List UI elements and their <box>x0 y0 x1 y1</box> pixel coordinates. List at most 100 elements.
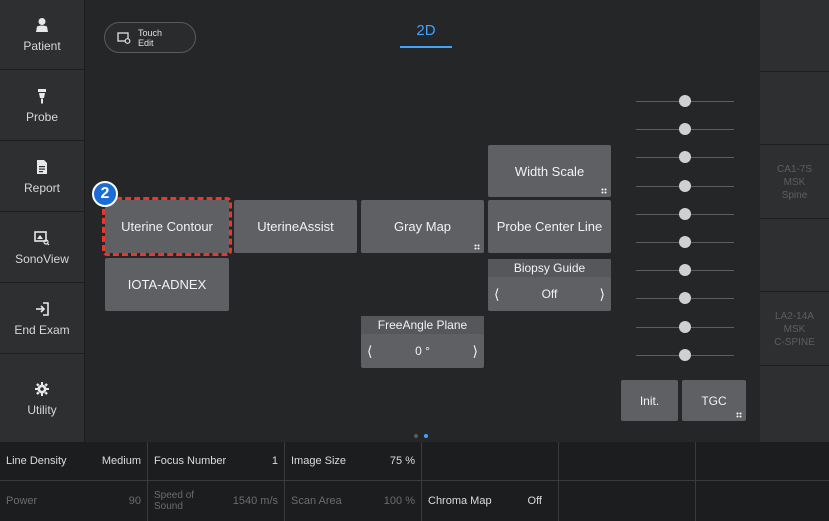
sidebar-item-end-exam[interactable]: End Exam <box>0 284 84 354</box>
uterine-assist-label: UterineAssist <box>257 219 334 234</box>
param-empty <box>559 442 696 481</box>
free-angle-plane-title: FreeAngle Plane <box>361 316 484 334</box>
param-scan-area[interactable]: Scan Area 100 % <box>285 481 422 521</box>
probe-slot[interactable] <box>760 73 829 145</box>
uterine-assist-button[interactable]: UterineAssist <box>234 200 357 253</box>
probe-name: CA1-7S <box>776 163 812 175</box>
touch-edit-icon <box>117 31 131 44</box>
probe-center-line-button[interactable]: Probe Center Line <box>488 200 611 253</box>
tab-2d[interactable]: 2D <box>400 22 452 48</box>
param-value: 1 <box>271 455 278 467</box>
sidebar-item-probe[interactable]: Probe <box>0 71 84 141</box>
param-value: 75 % <box>389 455 415 467</box>
chevron-left-icon[interactable]: ⟨ <box>367 343 372 360</box>
sidebar-item-label: Utility <box>27 402 57 417</box>
document-icon <box>37 159 47 174</box>
param-label: Focus Number <box>154 455 227 467</box>
tgc-slider-knob[interactable] <box>679 292 691 304</box>
param-label: Scan Area <box>291 495 342 507</box>
param-label-line2: Sound <box>154 501 183 512</box>
sidebar-item-label: Report <box>23 180 61 195</box>
param-value: Medium <box>101 455 141 467</box>
param-focus-number[interactable]: Focus Number 1 <box>148 442 285 481</box>
touch-edit-label-line1: Touch <box>138 27 163 38</box>
parameter-bar: Line Density Medium Focus Number 1 Image… <box>0 442 829 521</box>
tgc-slider-knob[interactable] <box>679 123 691 135</box>
tgc-slider-knob[interactable] <box>679 95 691 107</box>
param-power[interactable]: Power 90 <box>0 481 148 521</box>
probe-slot[interactable] <box>760 220 829 292</box>
page-indicator-dot[interactable] <box>414 434 418 438</box>
param-image-size[interactable]: Image Size 75 % <box>285 442 422 481</box>
iota-adnex-button[interactable]: IOTA-ADNEX <box>105 258 229 311</box>
param-speed-of-sound[interactable]: Speed of Sound 1540 m/s <box>148 481 285 521</box>
tgc-slider-knob[interactable] <box>679 349 691 361</box>
param-label: Image Size <box>291 455 347 467</box>
sidebar-item-report[interactable]: Report <box>0 142 84 212</box>
probe-slot[interactable] <box>760 367 829 442</box>
iota-adnex-label: IOTA-ADNEX <box>127 277 207 292</box>
chevron-right-icon[interactable]: ⟩ <box>600 286 605 303</box>
probe-preset: MSK <box>783 176 806 188</box>
sidebar-item-label: Patient <box>23 38 61 53</box>
param-label: Line Density <box>6 455 67 467</box>
tgc-slider-knob[interactable] <box>679 180 691 192</box>
tgc-slider-knob[interactable] <box>679 321 691 333</box>
tgc-slider-knob[interactable] <box>679 208 691 220</box>
image-search-icon <box>34 230 50 245</box>
touch-edit-label-line2: Edit <box>138 37 154 48</box>
sidebar-item-label: SonoView <box>15 251 69 266</box>
probe-slot-ca1-7s[interactable]: CA1-7S MSK Spine <box>760 146 829 219</box>
param-value: 90 <box>128 495 141 507</box>
sidebar-item-utility[interactable]: Utility <box>0 355 84 442</box>
probe-slot-la2-14a[interactable]: LA2-14A MSK C-SPINE <box>760 293 829 366</box>
param-label: Power <box>6 495 38 507</box>
uterine-contour-label: Uterine Contour <box>121 219 213 234</box>
probe-column: CA1-7S MSK Spine LA2-14A MSK C-SPINE <box>760 0 829 442</box>
tgc-slider-knob[interactable] <box>679 151 691 163</box>
sidebar-item-label: End Exam <box>14 322 70 337</box>
free-angle-plane-spinner: FreeAngle Plane ⟨ 0 ° ⟩ <box>361 316 484 368</box>
gray-map-button[interactable]: Gray Map <box>361 200 484 253</box>
chevron-left-icon[interactable]: ⟨ <box>494 286 499 303</box>
param-value: 1540 m/s <box>232 495 278 507</box>
param-empty <box>422 442 559 481</box>
tgc-button[interactable]: TGC <box>682 380 746 421</box>
param-label-line1: Speed of <box>154 490 195 501</box>
probe-preset: MSK <box>783 323 806 335</box>
touch-edit-button[interactable]: Touch Edit <box>104 22 196 53</box>
left-sidebar: Patient Probe Report SonoView End Exam U… <box>0 0 84 442</box>
param-empty <box>559 481 696 521</box>
uterine-contour-button[interactable]: Uterine Contour <box>102 197 232 256</box>
probe-name: LA2-14A <box>775 310 814 322</box>
chevron-right-icon[interactable]: ⟩ <box>473 343 478 360</box>
init-label: Init. <box>639 393 660 408</box>
param-empty <box>696 442 829 481</box>
gear-icon <box>35 381 49 396</box>
probe-slot[interactable] <box>760 0 829 72</box>
param-value: Off <box>527 495 542 507</box>
tgc-slider-knob[interactable] <box>679 264 691 276</box>
param-line-density[interactable]: Line Density Medium <box>0 442 148 481</box>
param-empty <box>696 481 829 521</box>
grip-icon <box>601 188 607 194</box>
callout-badge: 2 <box>92 181 118 207</box>
free-angle-plane-value: 0 ° <box>415 344 430 358</box>
sidebar-item-sonoview[interactable]: SonoView <box>0 213 84 283</box>
biopsy-guide-value: Off <box>541 287 558 301</box>
tgc-slider-knob[interactable] <box>679 236 691 248</box>
grip-icon <box>474 244 480 250</box>
width-scale-button[interactable]: Width Scale <box>488 145 611 197</box>
exit-icon <box>36 301 49 316</box>
param-chroma-map[interactable]: Chroma Map Off <box>422 481 559 521</box>
width-scale-label: Width Scale <box>514 163 585 179</box>
person-icon <box>36 17 48 32</box>
tgc-label: TGC <box>701 393 727 408</box>
param-label: Chroma Map <box>428 495 492 507</box>
sidebar-item-label: Probe <box>25 109 59 124</box>
probe-application: Spine <box>781 189 808 201</box>
sidebar-item-patient[interactable]: Patient <box>0 0 84 70</box>
page-indicator-dot-active[interactable] <box>424 434 428 438</box>
probe-center-line-label: Probe Center Line <box>496 219 603 234</box>
init-button[interactable]: Init. <box>621 380 678 421</box>
